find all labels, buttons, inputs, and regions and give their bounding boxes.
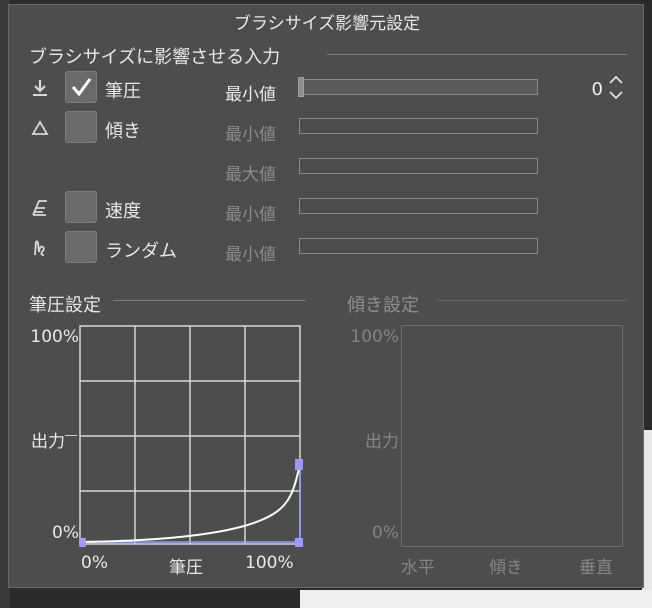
pressure-y-mid-label: 出力 bbox=[31, 432, 65, 452]
min-value-number[interactable]: 0 bbox=[569, 79, 603, 100]
tilt-min-label: 最小値 bbox=[225, 125, 276, 145]
tilt-min-slider bbox=[299, 118, 538, 134]
pressure-x-right-label: 100% bbox=[245, 553, 294, 573]
tilt-max-slider bbox=[299, 158, 538, 174]
random-min-label: 最小値 bbox=[225, 245, 276, 265]
dialog-title: ブラシサイズ影響元設定 bbox=[233, 14, 421, 34]
brush-size-dynamics-dialog: ブラシサイズ影響元設定 ブラシサイズに影響させる入力 筆圧 傾き 速度 ランダム… bbox=[8, 4, 644, 588]
tilt-x-mid-label: 傾き bbox=[489, 558, 523, 578]
pressure-divider bbox=[113, 300, 306, 301]
pressure-y-top-label: 100% bbox=[30, 327, 79, 347]
speed-min-slider bbox=[299, 198, 538, 214]
tilt-settings-title: 傾き設定 bbox=[347, 295, 419, 316]
pen-pressure-label: 筆圧 bbox=[105, 81, 141, 102]
value-spinner-icon[interactable] bbox=[607, 73, 625, 103]
pressure-x-mid-label: 筆圧 bbox=[169, 558, 203, 578]
tilt-label: 傾き bbox=[105, 121, 141, 142]
pen-pressure-icon bbox=[29, 77, 51, 99]
slider-thumb[interactable] bbox=[298, 77, 304, 97]
pressure-settings-title: 筆圧設定 bbox=[29, 295, 101, 316]
random-min-slider bbox=[299, 238, 538, 254]
influence-section-title: ブラシサイズに影響させる入力 bbox=[29, 47, 281, 68]
min-value-slider[interactable] bbox=[298, 77, 538, 97]
min-value-label: 最小値 bbox=[225, 85, 276, 105]
pressure-x-left-label: 0% bbox=[81, 553, 108, 573]
tilt-x-right-label: 垂直 bbox=[579, 558, 613, 578]
pen-pressure-checkbox[interactable] bbox=[65, 71, 97, 103]
speed-min-label: 最小値 bbox=[225, 205, 276, 225]
random-icon bbox=[29, 237, 51, 259]
pressure-curve-graph[interactable] bbox=[79, 325, 303, 547]
pressure-y-mid-tick bbox=[65, 435, 77, 436]
random-checkbox[interactable] bbox=[65, 231, 97, 263]
tilt-y-top-label: 100% bbox=[350, 327, 399, 347]
speed-checkbox[interactable] bbox=[65, 191, 97, 223]
pressure-y-bottom-label: 0% bbox=[52, 523, 79, 543]
tilt-y-mid-label: 出力 bbox=[365, 432, 399, 452]
tilt-checkbox[interactable] bbox=[65, 111, 97, 143]
tilt-y-bottom-label: 0% bbox=[372, 523, 399, 543]
background-canvas bbox=[300, 590, 652, 608]
speed-label: 速度 bbox=[105, 201, 141, 222]
speed-icon bbox=[29, 197, 51, 219]
tilt-icon bbox=[29, 117, 51, 139]
tilt-curve-graph bbox=[401, 325, 623, 547]
tilt-x-left-label: 水平 bbox=[401, 558, 435, 578]
section-divider bbox=[327, 54, 627, 55]
random-label: ランダム bbox=[105, 241, 177, 262]
tilt-divider bbox=[437, 300, 627, 301]
tilt-max-label: 最大値 bbox=[225, 165, 276, 185]
